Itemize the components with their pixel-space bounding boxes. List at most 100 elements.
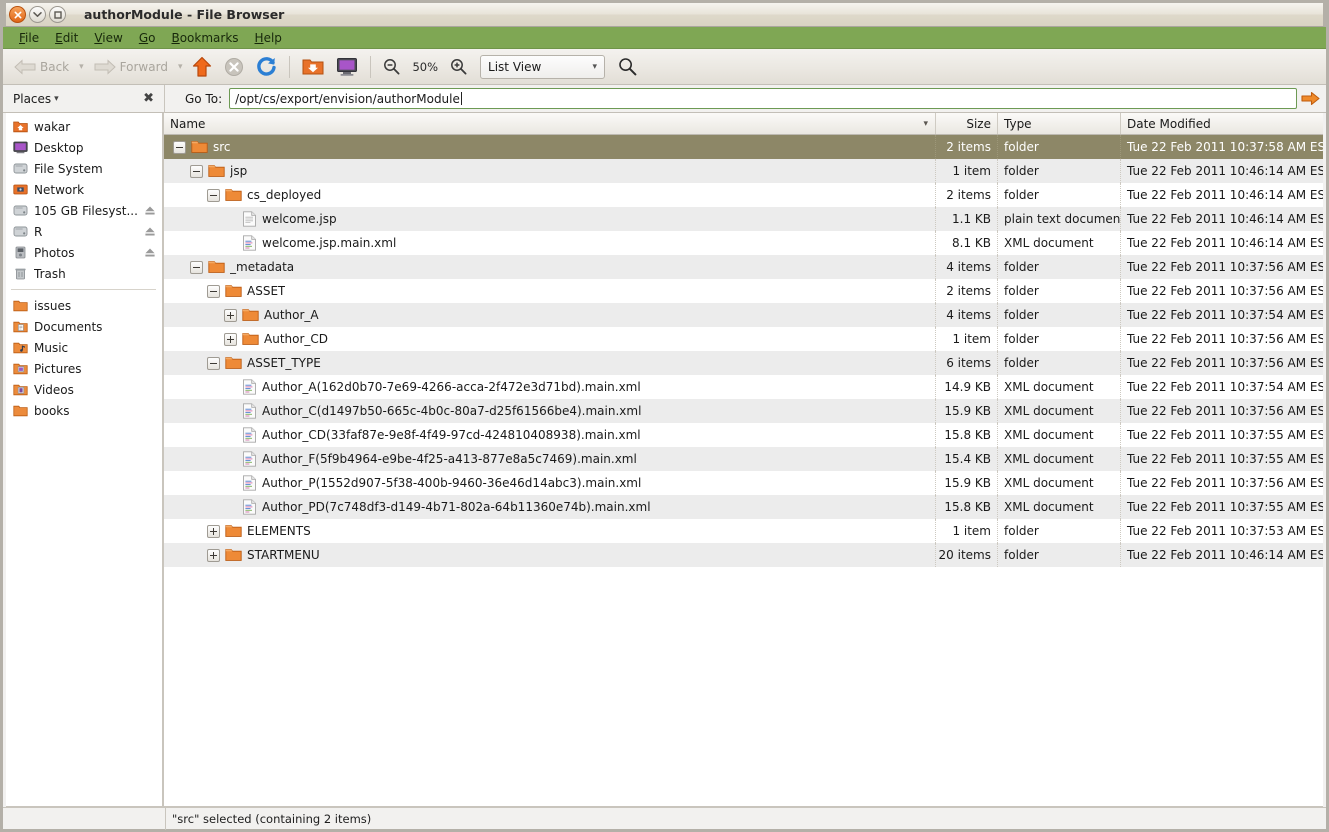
sidebar-item-documents[interactable]: Documents (6, 316, 162, 337)
go-button[interactable] (1301, 91, 1320, 106)
table-row[interactable]: Author_C(d1497b50-665c-4b0c-80a7-d25f615… (164, 399, 1323, 423)
table-row[interactable]: STARTMENU 20 items folder Tue 22 Feb 2011 1… (164, 543, 1323, 567)
file-name-label: Author_CD(33faf87e-9e8f-4f49-97cd-424810… (262, 428, 641, 442)
minimize-window-button[interactable] (29, 6, 46, 23)
up-button[interactable] (187, 53, 217, 81)
sidebar-item-issues[interactable]: issues (6, 295, 162, 316)
table-row[interactable]: ELEMENTS 1 item folder Tue 22 Feb 2011 10:3… (164, 519, 1323, 543)
reload-icon (256, 56, 277, 77)
table-row[interactable]: cs_deployed 2 items folder Tue 22 Feb 2011 … (164, 183, 1323, 207)
computer-button[interactable] (331, 54, 363, 80)
cell-date-modified: Tue 22 Feb 2011 10:46:14 AM EST (1127, 164, 1323, 178)
cell-size: 1 item (936, 159, 998, 183)
expand-tree-icon[interactable] (207, 524, 220, 538)
collapse-tree-icon[interactable] (207, 356, 220, 370)
cell-name: jsp (164, 159, 936, 183)
table-row[interactable]: Author_A 4 items folder Tue 22 Feb 2011 10:… (164, 303, 1323, 327)
forward-button[interactable]: Forward (89, 55, 173, 79)
cell-size: 4 items (936, 255, 998, 279)
sidebar-item-pictures[interactable]: Pictures (6, 358, 162, 379)
collapse-tree-icon[interactable] (207, 284, 220, 298)
sidebar-item-wakar[interactable]: wakar (6, 116, 162, 137)
reload-button[interactable] (251, 53, 282, 80)
search-button[interactable] (613, 54, 642, 79)
table-row[interactable]: Author_CD(33faf87e-9e8f-4f49-97cd-424810… (164, 423, 1323, 447)
menu-file[interactable]: File (11, 30, 47, 46)
sidebar-item-photos[interactable]: Photos (6, 242, 162, 263)
menu-help[interactable]: Help (247, 30, 290, 46)
table-row[interactable]: src 2 items folder Tue 22 Feb 2011 10:37:58… (164, 135, 1323, 159)
menu-go[interactable]: Go (131, 30, 164, 46)
collapse-tree-icon[interactable] (190, 260, 203, 274)
sidebar-item-network[interactable]: Network (6, 179, 162, 200)
sidebar-item-file-system[interactable]: File System (6, 158, 162, 179)
window-title: authorModule - File Browser (84, 7, 285, 22)
table-row[interactable]: Author_P(1552d907-5f38-400b-9460-36e46d1… (164, 471, 1323, 495)
trash-icon (13, 267, 28, 280)
home-button[interactable] (297, 54, 329, 79)
cell-date-modified: Tue 22 Feb 2011 10:37:55 AM EST (1127, 452, 1323, 466)
file-list-rows: src 2 items folder Tue 22 Feb 2011 10:37:58… (164, 135, 1323, 806)
column-header-date-modified[interactable]: Date Modified (1121, 113, 1323, 134)
zoom-out-icon (383, 58, 400, 75)
places-dropdown[interactable]: Places ▾ (13, 92, 59, 106)
menu-bookmarks-mnemonic: B (171, 30, 180, 45)
sidebar-item-music[interactable]: Music (6, 337, 162, 358)
table-row[interactable]: ASSET 2 items folder Tue 22 Feb 2011 10:37:… (164, 279, 1323, 303)
table-row[interactable]: Author_F(5f9b4964-e9be-4f25-a413-877e8a5… (164, 447, 1323, 471)
cell-name: welcome.jsp (164, 207, 936, 231)
collapse-tree-icon[interactable] (173, 140, 186, 154)
table-row[interactable]: Author_PD(7c748df3-d149-4b71-802a-64b113… (164, 495, 1323, 519)
sidebar-item-trash[interactable]: Trash (6, 263, 162, 284)
expand-tree-icon[interactable] (224, 332, 237, 346)
folder-icon (191, 140, 208, 154)
close-sidebar-icon[interactable]: ✖ (143, 92, 154, 105)
column-header-type[interactable]: Type (998, 113, 1121, 134)
expand-tree-icon[interactable] (207, 548, 220, 562)
menu-view[interactable]: View (86, 30, 130, 46)
table-row[interactable]: welcome.jsp 1.1 KB plain text document Tue … (164, 207, 1323, 231)
back-button[interactable]: Back (9, 55, 74, 79)
table-row[interactable]: welcome.jsp.main.xml 8.1 KB XML document Tu… (164, 231, 1323, 255)
cell-type: folder (998, 159, 1121, 183)
table-row[interactable]: Author_A(162d0b70-7e69-4266-acca-2f472e3… (164, 375, 1323, 399)
table-row[interactable]: jsp 1 item folder Tue 22 Feb 2011 10:46:14 … (164, 159, 1323, 183)
view-mode-select[interactable]: List View ▾ (480, 54, 606, 79)
zoom-in-button[interactable] (445, 55, 472, 78)
column-header-size[interactable]: Size (936, 113, 998, 134)
table-row[interactable]: Author_CD 1 item folder Tue 22 Feb 2011 10:… (164, 327, 1323, 351)
sidebar-item-105-gb-filesystem[interactable]: 105 GB Filesyst... (6, 200, 162, 221)
table-row[interactable]: ASSET_TYPE 6 items folder Tue 22 Feb 2011 1… (164, 351, 1323, 375)
sidebar-item-desktop[interactable]: Desktop (6, 137, 162, 158)
path-input[interactable]: /opt/cs/export/envision/authorModule (229, 88, 1297, 109)
title-bar: authorModule - File Browser (3, 0, 1326, 27)
menu-file-rest: ile (25, 30, 40, 45)
sidebar-item-r[interactable]: R (6, 221, 162, 242)
cell-type: XML document (998, 231, 1121, 255)
sidebar-item-books[interactable]: books (6, 400, 162, 421)
column-header-name[interactable]: Name ▾ (164, 113, 936, 134)
search-icon (618, 57, 637, 76)
eject-icon[interactable] (144, 226, 156, 237)
cell-size: 4 items (936, 303, 998, 327)
back-dropdown-chevron-icon[interactable]: ▾ (76, 59, 87, 75)
sidebar-item-label: Photos (34, 245, 75, 260)
eject-icon[interactable] (144, 247, 156, 258)
eject-icon[interactable] (144, 205, 156, 216)
zoom-out-button[interactable] (378, 55, 405, 78)
stop-button[interactable] (219, 54, 249, 80)
chevron-down-icon: ▾ (923, 118, 928, 129)
close-window-button[interactable] (9, 6, 26, 23)
harddisk-icon (13, 162, 28, 175)
collapse-tree-icon[interactable] (190, 164, 203, 178)
expand-tree-icon[interactable] (224, 308, 237, 322)
menu-edit[interactable]: Edit (47, 30, 86, 46)
table-row[interactable]: _metadata 4 items folder Tue 22 Feb 2011 10… (164, 255, 1323, 279)
maximize-window-button[interactable] (49, 6, 66, 23)
collapse-tree-icon[interactable] (207, 188, 220, 202)
menu-bookmarks[interactable]: Bookmarks (163, 30, 246, 46)
forward-dropdown-chevron-icon[interactable]: ▾ (175, 59, 186, 75)
file-name-label: ASSET (247, 284, 286, 298)
xml-document-icon (242, 427, 257, 443)
sidebar-item-videos[interactable]: Videos (6, 379, 162, 400)
